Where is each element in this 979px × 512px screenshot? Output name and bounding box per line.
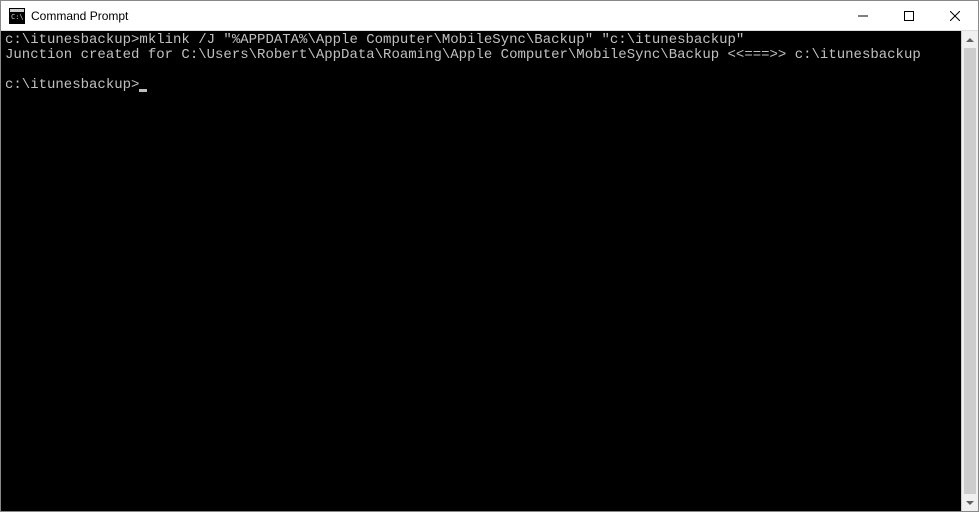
minimize-button[interactable] <box>840 1 886 30</box>
window-controls <box>840 1 978 30</box>
terminal-output[interactable]: c:\itunesbackup>mklink /J "%APPDATA%\App… <box>1 31 961 511</box>
titlebar[interactable]: C:\ Command Prompt <box>1 1 978 31</box>
scroll-up-button[interactable] <box>962 31 978 48</box>
output-text: Junction created for C:\Users\Robert\App… <box>5 47 921 63</box>
close-button[interactable] <box>932 1 978 30</box>
prompt-text: c:\itunesbackup> <box>5 32 139 48</box>
command-prompt-window: C:\ Command Prompt c:\itunesbackup>mklin… <box>0 0 979 512</box>
prompt-text: c:\itunesbackup> <box>5 77 139 93</box>
content-area: c:\itunesbackup>mklink /J "%APPDATA%\App… <box>1 31 978 511</box>
scroll-thumb[interactable] <box>964 48 976 494</box>
scroll-track[interactable] <box>962 48 978 494</box>
cmd-icon: C:\ <box>9 8 25 24</box>
command-text: mklink /J "%APPDATA%\Apple Computer\Mobi… <box>139 32 744 48</box>
vertical-scrollbar[interactable] <box>961 31 978 511</box>
svg-text:C:\: C:\ <box>11 13 24 21</box>
cursor <box>139 89 147 92</box>
window-title: Command Prompt <box>31 9 840 23</box>
scroll-down-button[interactable] <box>962 494 978 511</box>
maximize-button[interactable] <box>886 1 932 30</box>
